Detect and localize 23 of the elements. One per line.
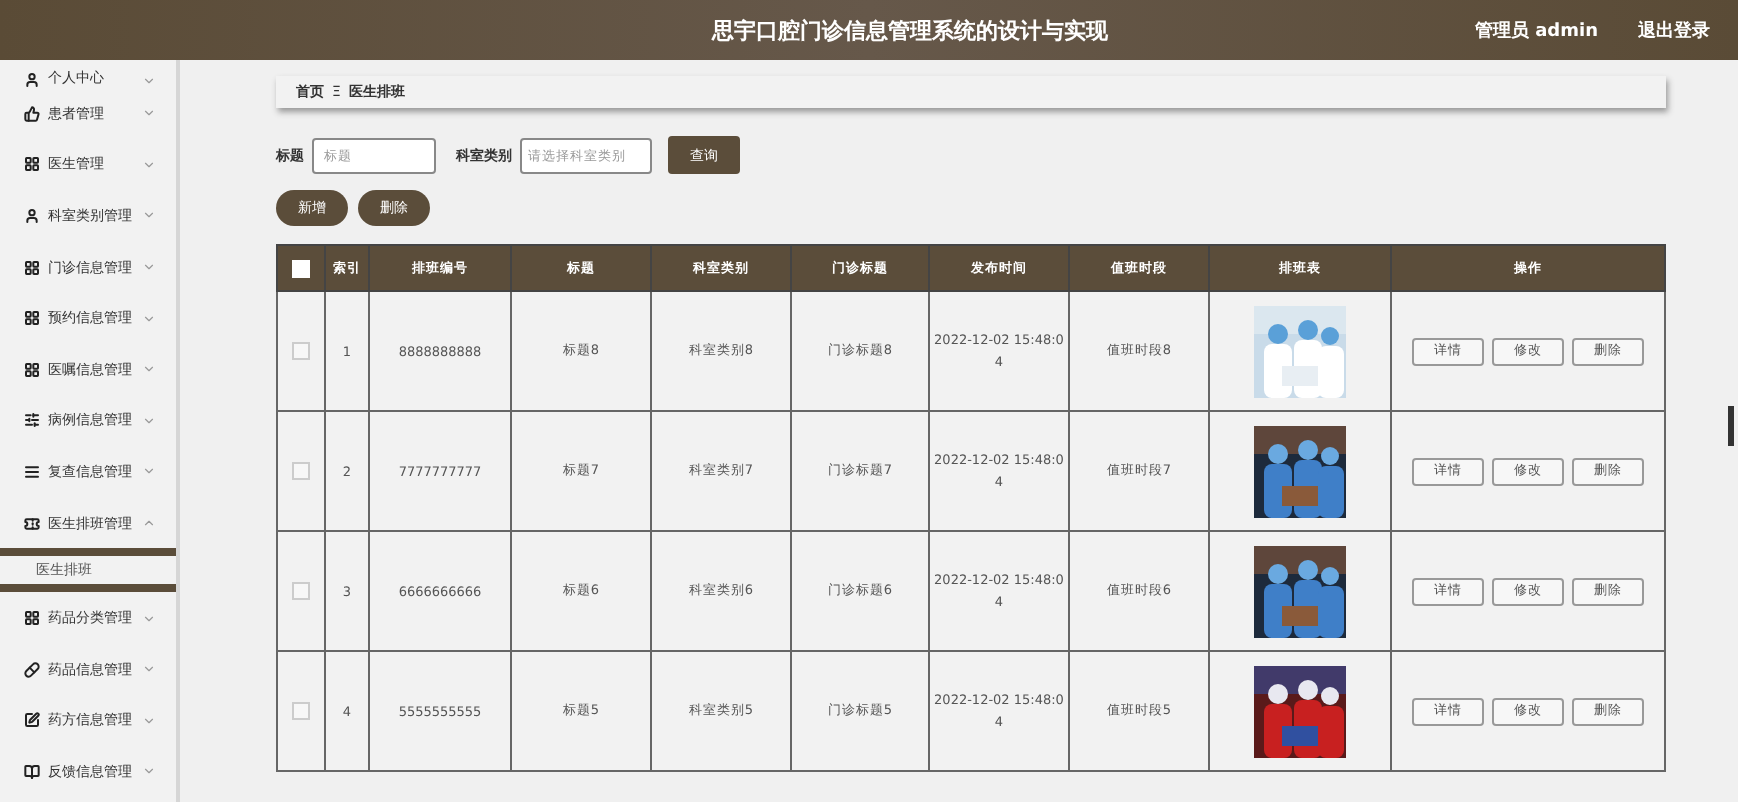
book-icon — [24, 763, 40, 780]
grid-icon — [24, 156, 40, 173]
grid-icon — [24, 610, 40, 627]
row-checkbox[interactable] — [292, 582, 310, 600]
ticket-icon — [24, 515, 40, 532]
scrollbar[interactable] — [1728, 406, 1734, 446]
grid-icon — [24, 259, 40, 276]
grid-icon — [24, 361, 40, 378]
logout-link[interactable]: 退出登录 — [1638, 17, 1710, 43]
pill-icon — [24, 661, 40, 678]
select-all-checkbox[interactable] — [292, 259, 310, 277]
grid-icon — [24, 310, 40, 327]
thumbs-up-icon — [24, 105, 40, 122]
sliders-icon — [24, 412, 40, 429]
user-link[interactable]: 管理员 admin — [1474, 17, 1598, 43]
user-icon — [24, 72, 40, 88]
row-checkbox[interactable] — [292, 462, 310, 480]
row-checkbox[interactable] — [292, 342, 310, 360]
app-title: 思宇口腔门诊信息管理系统的设计与实现 — [712, 15, 1110, 45]
user-icon — [24, 207, 40, 224]
pen-square-icon — [24, 712, 40, 729]
row-checkbox[interactable] — [292, 702, 310, 720]
list-icon — [24, 463, 40, 480]
